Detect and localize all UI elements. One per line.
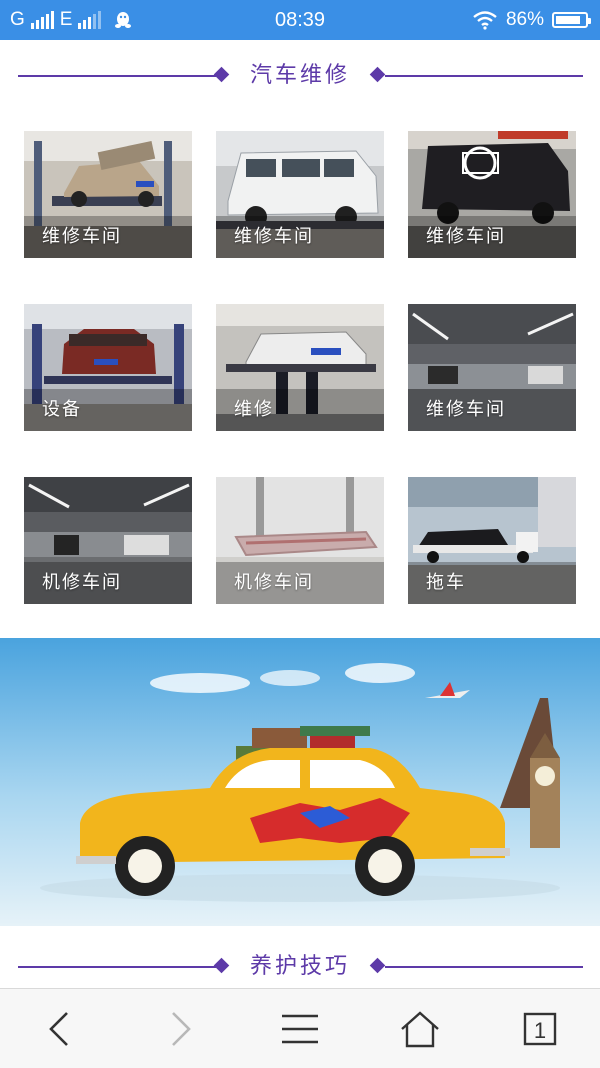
back-button[interactable]	[20, 989, 100, 1068]
repair-tile-5[interactable]: 维修	[216, 304, 384, 431]
tile-label: 维修车间	[408, 389, 576, 431]
tile-label: 维修车间	[24, 216, 192, 258]
battery-percent: 86%	[505, 9, 544, 30]
battery-icon	[552, 12, 591, 28]
forward-icon	[172, 1011, 191, 1046]
repair-tile-9[interactable]: 拖车	[408, 477, 576, 604]
tile-label: 拖车	[408, 562, 576, 604]
tile-label: 机修车间	[24, 562, 192, 604]
status-bar: G E 08:39 86%	[0, 0, 600, 40]
tile-label: 维修	[216, 389, 384, 431]
divider-right	[385, 75, 583, 77]
home-icon	[401, 1010, 439, 1047]
section-header-repair: 汽车维修	[0, 58, 600, 94]
back-icon	[49, 1011, 68, 1046]
travel-car-illustration	[0, 638, 600, 926]
forward-button[interactable]	[140, 989, 220, 1068]
wifi-icon	[473, 11, 497, 30]
repair-tile-6[interactable]: 维修车间	[408, 304, 576, 431]
section-header-care: 养护技巧	[0, 949, 600, 985]
home-button[interactable]	[380, 989, 460, 1068]
tabs-icon: 1	[523, 1012, 557, 1045]
repair-tile-2[interactable]: 维修车间	[216, 131, 384, 258]
menu-button[interactable]	[260, 989, 340, 1068]
tile-label: 设备	[24, 389, 192, 431]
tabs-button[interactable]: 1	[500, 989, 580, 1068]
tab-count: 1	[534, 1018, 546, 1043]
repair-tile-7[interactable]: 机修车间	[24, 477, 192, 604]
browser-bottom-nav: 1	[0, 988, 600, 1068]
tile-label: 维修车间	[216, 216, 384, 258]
repair-tile-8[interactable]: 机修车间	[216, 477, 384, 604]
repair-tile-1[interactable]: 维修车间	[24, 131, 192, 258]
menu-icon	[282, 1014, 318, 1043]
repair-tile-3[interactable]: 维修车间	[408, 131, 576, 258]
tile-label: 机修车间	[216, 562, 384, 604]
tile-label: 维修车间	[408, 216, 576, 258]
travel-car-banner[interactable]	[0, 638, 600, 926]
divider-right	[385, 966, 583, 968]
repair-tile-4[interactable]: 设备	[24, 304, 192, 431]
